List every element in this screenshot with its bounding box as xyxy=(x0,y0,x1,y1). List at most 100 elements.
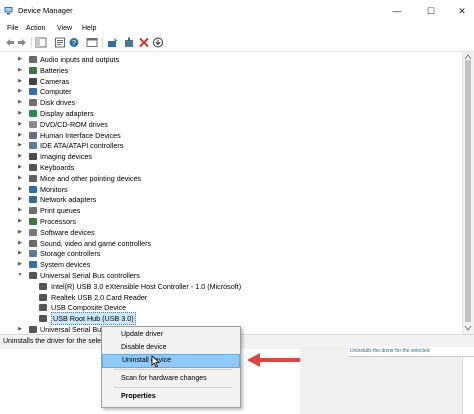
scrollbar-thumb[interactable] xyxy=(465,60,471,322)
menu-file[interactable]: File xyxy=(7,22,18,35)
device-manager-icon xyxy=(4,7,13,15)
menu-item-uninstall-device[interactable]: Uninstall device xyxy=(102,354,240,368)
category-item[interactable]: ▶ Cameras xyxy=(0,76,462,87)
tree-item-label: Realtek USB 2.0 Card Reader xyxy=(51,292,148,302)
add-legacy-hardware-icon[interactable] xyxy=(123,37,135,48)
scroll-up-icon[interactable] xyxy=(464,54,472,60)
back-icon[interactable] xyxy=(4,37,16,48)
device-item[interactable]: Intel(R) USB 3.0 eXtensible Host Control… xyxy=(0,281,462,292)
software-device-icon xyxy=(29,228,37,236)
scroll-down-icon[interactable] xyxy=(464,325,472,331)
expand-arrow-icon[interactable]: ▶ xyxy=(17,173,23,184)
category-item[interactable]: ▶ Monitors xyxy=(0,184,462,195)
category-item[interactable]: ▶ Network adapters xyxy=(0,194,462,205)
menu-view[interactable]: View xyxy=(57,22,72,35)
category-item[interactable]: ▶ Sound, video and game controllers xyxy=(0,238,462,249)
tree-item-label: Computer xyxy=(40,87,72,97)
expand-arrow-icon[interactable]: ▶ xyxy=(17,259,23,270)
expand-arrow-icon[interactable]: ▶ xyxy=(17,86,23,97)
hid-icon xyxy=(29,131,37,139)
usb-device-icon xyxy=(39,304,47,312)
category-item[interactable]: ▶ DVD/CD-ROM drives xyxy=(0,119,462,130)
category-item[interactable]: ▶ IDE ATA/ATAPI controllers xyxy=(0,140,462,151)
ide-controller-icon xyxy=(29,142,37,150)
menu-item-properties[interactable]: Properties xyxy=(102,391,238,403)
menu-item-update-driver[interactable]: Update driver xyxy=(102,329,238,341)
tree-item-label: Print queues xyxy=(40,206,81,216)
help-icon[interactable]: ? xyxy=(68,37,80,48)
category-item[interactable]: ▶ Disk drives xyxy=(0,97,462,108)
expand-arrow-icon[interactable]: ▶ xyxy=(17,216,23,227)
category-item[interactable]: ▶ Processors xyxy=(0,216,462,227)
device-item[interactable]: Realtek USB 2.0 Card Reader xyxy=(0,292,462,303)
menu-item-disable-device[interactable]: Disable device xyxy=(102,342,238,354)
expand-arrow-icon[interactable]: ▶ xyxy=(17,130,23,141)
tree-item-label: Universal Serial Bus controllers xyxy=(40,271,140,280)
storage-controller-icon xyxy=(29,250,37,258)
keyboard-icon xyxy=(29,164,37,171)
expand-arrow-icon[interactable]: ▶ xyxy=(17,97,23,108)
usb-device-icon xyxy=(39,315,47,323)
expand-arrow-icon[interactable]: ▶ xyxy=(17,194,23,205)
expand-arrow-icon[interactable]: ▶ xyxy=(17,184,23,195)
category-item[interactable]: ▶ Batteries xyxy=(0,65,462,76)
maximize-button[interactable]: ☐ xyxy=(421,4,441,18)
close-button[interactable]: ✕ xyxy=(452,4,472,18)
device-item[interactable]: USB Root Hub (USB 3.0) xyxy=(0,312,462,326)
expand-arrow-icon[interactable]: ▶ xyxy=(17,76,23,87)
category-item[interactable]: ▶ Human Interface Devices xyxy=(0,130,462,141)
forward-icon[interactable] xyxy=(16,37,28,48)
speaker-icon xyxy=(29,56,37,63)
category-item[interactable]: ▶ Storage controllers xyxy=(0,248,462,259)
uninstall-device-icon[interactable] xyxy=(138,37,150,48)
collapse-arrow-icon[interactable]: ▼ xyxy=(17,270,23,281)
tree-item-label: Software devices xyxy=(40,227,95,237)
tree-item-label: Universal Serial Bus xyxy=(40,325,105,334)
tree-item-label: Storage controllers xyxy=(40,249,101,259)
menu-action[interactable]: Action xyxy=(26,22,45,35)
expand-arrow-icon[interactable]: ▶ xyxy=(17,140,23,151)
background-window-edge xyxy=(462,357,474,414)
expand-arrow-icon[interactable]: ▶ xyxy=(17,65,23,76)
category-item[interactable]: ▶ Audio inputs and outputs xyxy=(0,54,462,65)
update-driver-icon[interactable] xyxy=(107,37,119,48)
category-item[interactable]: ▶ System devices xyxy=(0,259,462,270)
mouse-icon xyxy=(29,174,37,182)
expand-arrow-icon[interactable]: ▶ xyxy=(17,248,23,259)
scan-window-icon[interactable] xyxy=(86,37,98,48)
tree-item-label: Keyboards xyxy=(40,163,75,172)
expand-arrow-icon[interactable]: ▶ xyxy=(17,324,23,334)
category-item[interactable]: ▶ Mice and other pointing devices xyxy=(0,173,462,184)
window-title: Device Manager xyxy=(18,6,73,15)
category-item[interactable]: ▶ Imaging devices xyxy=(0,151,462,162)
expand-arrow-icon[interactable]: ▶ xyxy=(17,119,23,130)
tree-item-label: Imaging devices xyxy=(40,152,92,162)
expand-arrow-icon[interactable]: ▶ xyxy=(17,238,23,249)
category-item[interactable]: ▶ Keyboards xyxy=(0,162,462,173)
download-icon[interactable] xyxy=(152,37,164,48)
category-item[interactable]: ▶ Display adapters xyxy=(0,108,462,119)
show-hide-console-tree-icon[interactable] xyxy=(35,37,47,48)
category-item[interactable]: ▶ Software devices xyxy=(0,227,462,238)
computer-icon xyxy=(29,88,37,96)
properties-icon[interactable] xyxy=(54,37,66,48)
expand-arrow-icon[interactable]: ▶ xyxy=(17,54,23,65)
expand-arrow-icon[interactable]: ▶ xyxy=(17,162,23,173)
category-item[interactable]: ▶ Print queues xyxy=(0,205,462,216)
menu-help[interactable]: Help xyxy=(82,22,96,35)
expand-arrow-icon[interactable]: ▶ xyxy=(17,227,23,238)
tree-item-label: Network adapters xyxy=(40,195,97,205)
expand-arrow-icon[interactable]: ▶ xyxy=(17,151,23,162)
expand-arrow-icon[interactable]: ▶ xyxy=(17,108,23,119)
display-adapter-icon xyxy=(29,110,37,117)
category-item[interactable]: ▼ Universal Serial Bus controllers xyxy=(0,270,462,281)
category-item[interactable]: ▶ Computer xyxy=(0,86,462,97)
usb-controller-icon xyxy=(29,272,37,279)
processor-icon xyxy=(29,218,37,225)
minimize-button[interactable]: — xyxy=(387,4,407,18)
menu-item-scan-hardware-changes[interactable]: Scan for hardware changes xyxy=(102,373,238,385)
menu-separator xyxy=(114,387,232,388)
expand-arrow-icon[interactable]: ▶ xyxy=(17,205,23,216)
red-arrow-annotation xyxy=(247,353,300,367)
mouse-cursor-icon xyxy=(151,355,160,368)
